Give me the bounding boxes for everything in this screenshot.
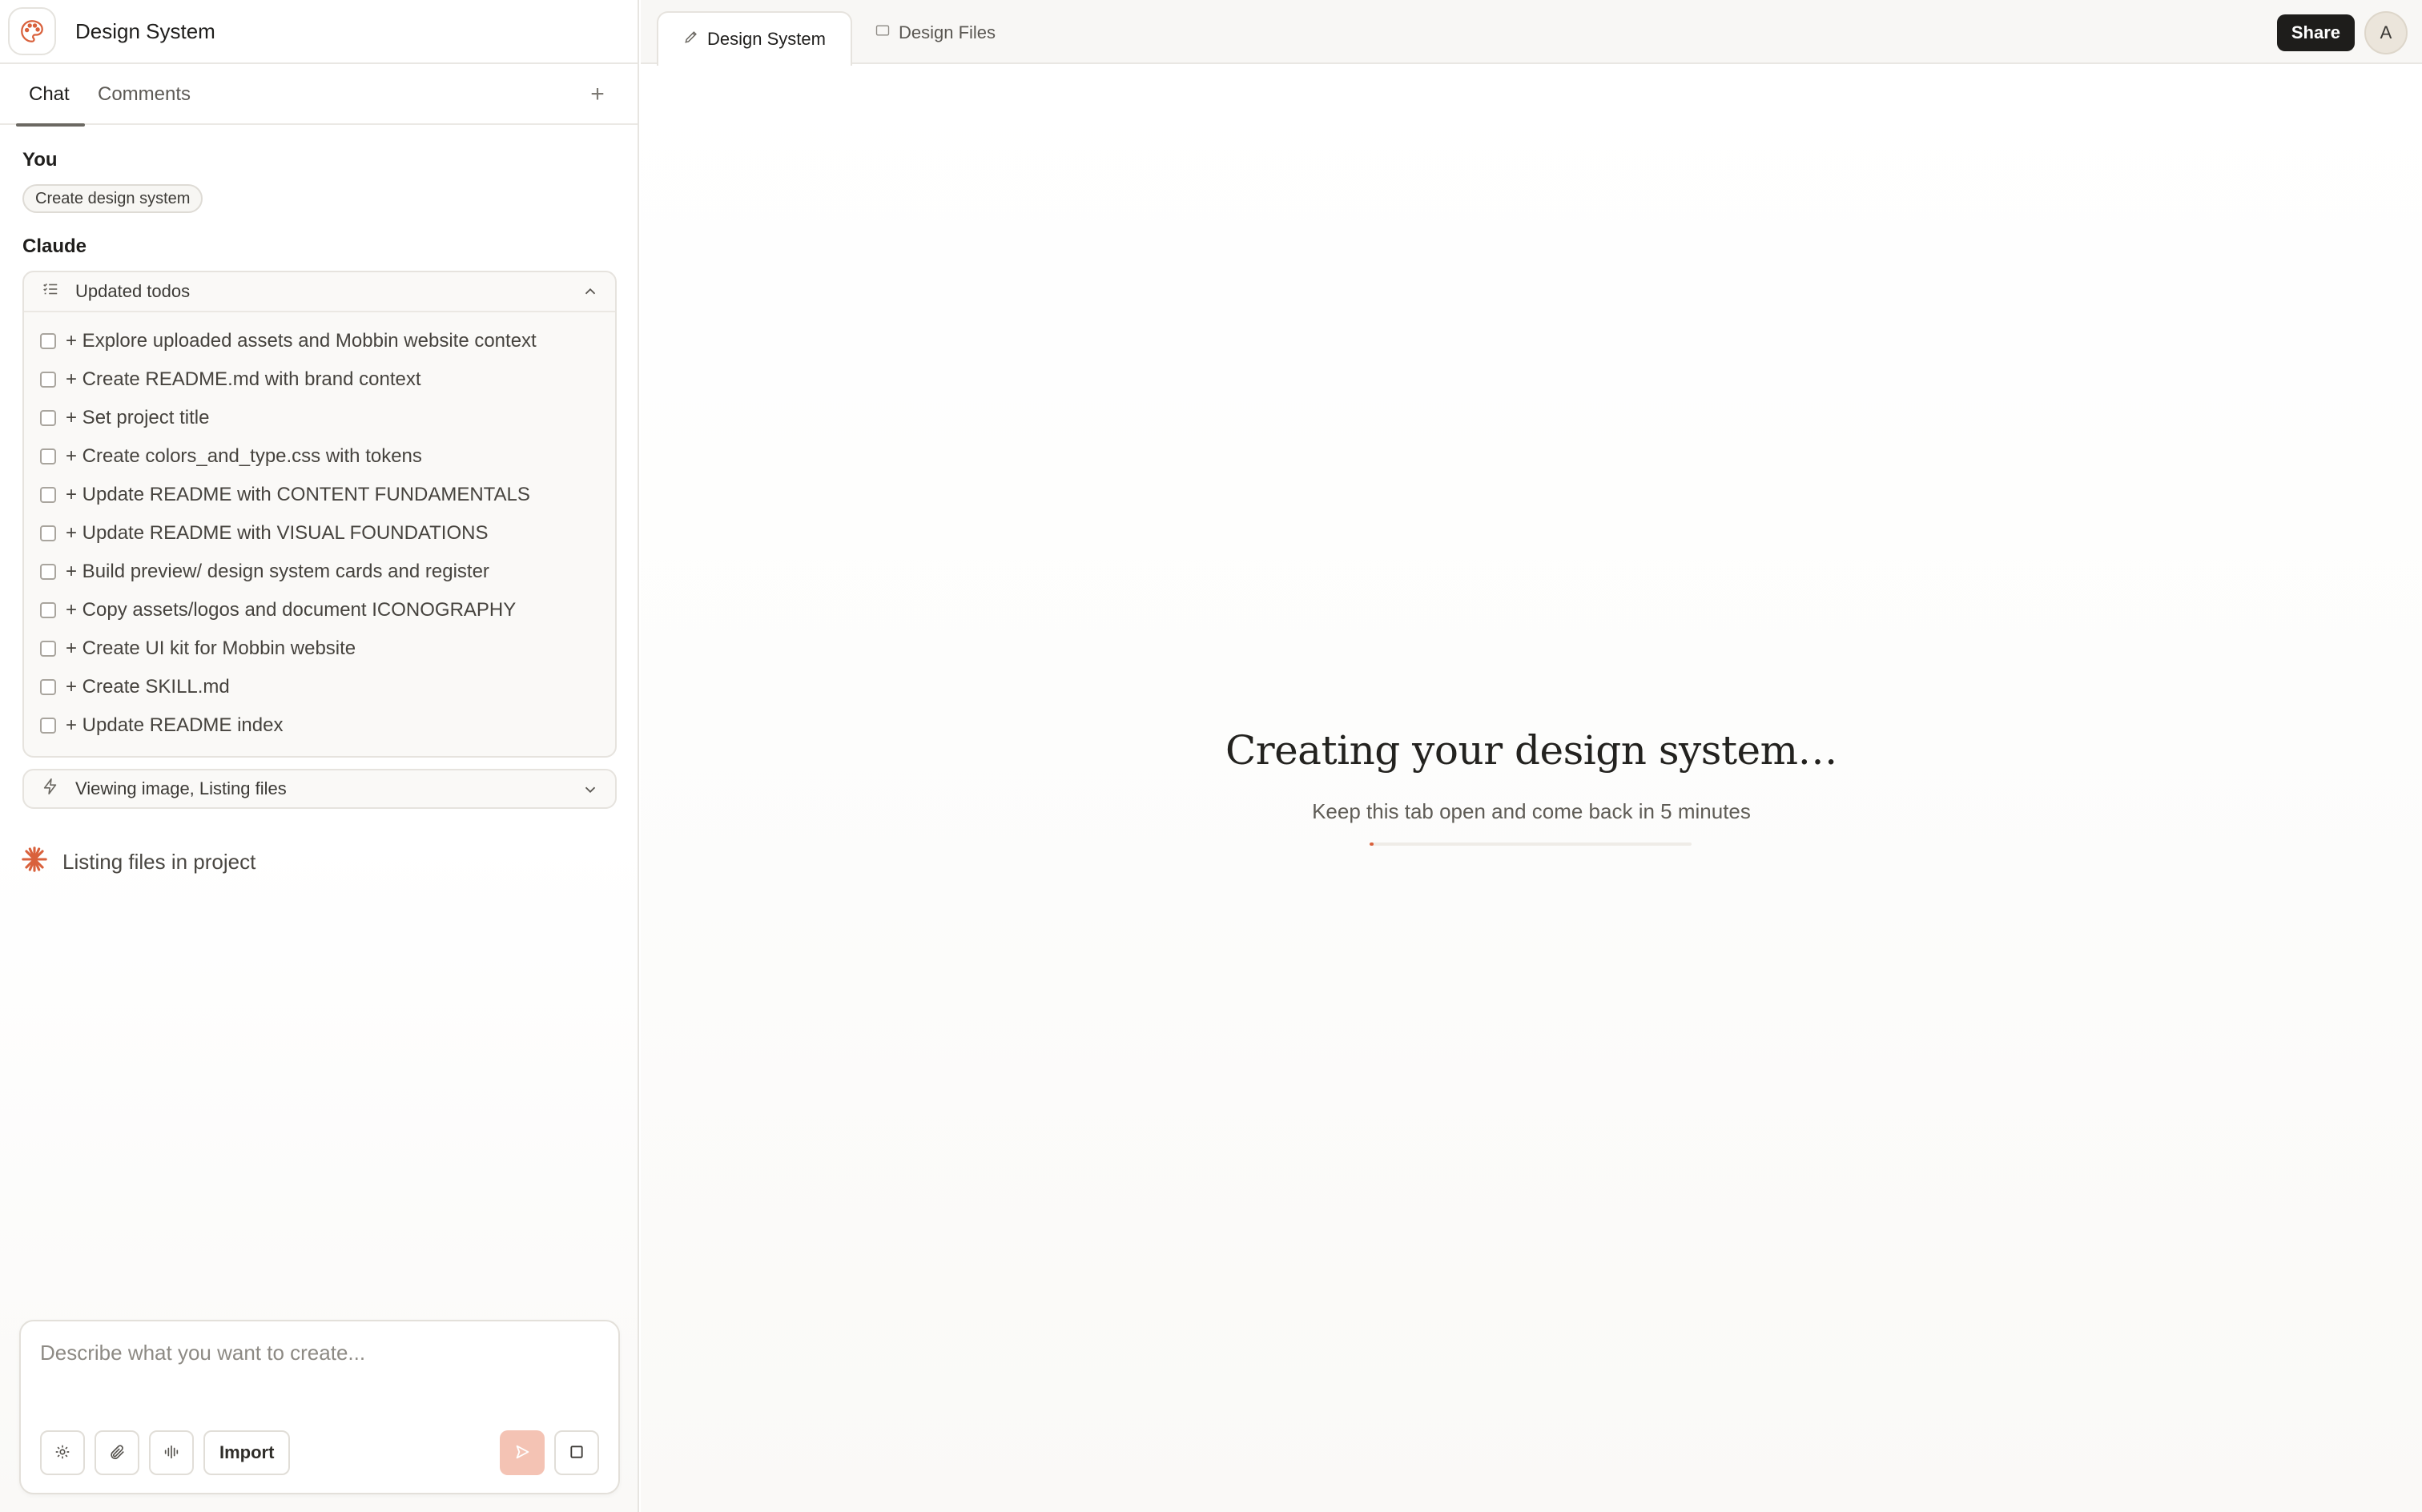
activity-label: Viewing image, Listing files: [75, 778, 287, 798]
settings-button[interactable]: [40, 1430, 85, 1475]
stop-button[interactable]: [554, 1430, 599, 1475]
todo-text: + Update README index: [66, 714, 284, 736]
todos-header[interactable]: Updated todos: [24, 272, 615, 312]
todo-checkbox[interactable]: [40, 372, 56, 388]
stop-square-icon: [569, 1444, 585, 1462]
sidebar-tabs: Chat Comments +: [0, 64, 638, 127]
gear-icon: [54, 1443, 71, 1463]
todo-item: + Create UI kit for Mobbin website: [40, 637, 537, 676]
todos-header-label: Updated todos: [75, 281, 191, 301]
tab-design-system[interactable]: Design System: [657, 11, 852, 66]
todo-item: + Set project title: [40, 407, 537, 445]
attach-button[interactable]: [95, 1430, 139, 1475]
top-bar: Design System Design Files Share A: [641, 0, 2422, 66]
todo-text: + Set project title: [66, 407, 210, 428]
todo-checkbox[interactable]: [40, 333, 56, 349]
add-icon[interactable]: +: [583, 80, 612, 109]
assistant-label: Claude: [22, 235, 87, 257]
todo-text: + Copy assets/logos and document ICONOGR…: [66, 599, 517, 621]
tab-label: Design Files: [899, 22, 996, 42]
send-button[interactable]: [500, 1430, 545, 1475]
send-arrow-icon: [513, 1443, 531, 1463]
todo-item: + Create SKILL.md: [40, 676, 537, 714]
palette-icon[interactable]: [8, 7, 56, 55]
todo-item: + Update README index: [40, 714, 537, 753]
todo-item: + Update README with CONTENT FUNDAMENTAL…: [40, 484, 537, 522]
composer: Import: [19, 1320, 620, 1494]
todo-item: + Update README with VISUAL FOUNDATIONS: [40, 522, 537, 561]
todo-text: + Update README with CONTENT FUNDAMENTAL…: [66, 484, 530, 505]
waveform-icon: [162, 1443, 181, 1463]
todo-checkbox[interactable]: [40, 718, 56, 734]
todo-checkbox[interactable]: [40, 525, 56, 541]
activity-card[interactable]: Viewing image, Listing files: [22, 769, 617, 809]
voice-button[interactable]: [149, 1430, 194, 1475]
todo-text: + Build preview/ design system cards and…: [66, 561, 489, 582]
status-row: Listing files in project: [21, 846, 255, 879]
todo-item: + Create README.md with brand context: [40, 368, 537, 407]
list-icon: [42, 280, 59, 303]
todo-checkbox[interactable]: [40, 679, 56, 695]
tab-label: Design System: [707, 29, 826, 49]
pen-icon: [683, 29, 699, 50]
todo-item: + Build preview/ design system cards and…: [40, 561, 537, 599]
todo-item: + Create colors_and_type.css with tokens: [40, 445, 537, 484]
folder-icon: [875, 22, 891, 43]
todo-text: + Update README with VISUAL FOUNDATIONS: [66, 522, 489, 544]
todo-checkbox[interactable]: [40, 602, 56, 618]
preview-canvas: Creating your design system… Keep this t…: [641, 66, 2422, 1512]
loading-subtitle: Keep this tab open and come back in 5 mi…: [1312, 799, 1751, 823]
tab-chat[interactable]: Chat: [16, 64, 85, 127]
loading-title: Creating your design system…: [1225, 727, 1838, 774]
project-title: Design System: [75, 18, 215, 43]
tab-design-files[interactable]: Design Files: [875, 11, 996, 54]
user-label: You: [22, 149, 58, 171]
todo-text: + Create README.md with brand context: [66, 368, 421, 390]
status-text: Listing files in project: [62, 850, 256, 874]
todo-checkbox[interactable]: [40, 487, 56, 503]
todo-text: + Explore uploaded assets and Mobbin web…: [66, 330, 537, 352]
todo-checkbox[interactable]: [40, 641, 56, 657]
chat-sidebar: Design System Chat Comments + You Create…: [0, 0, 639, 1512]
lightning-icon: [42, 778, 59, 800]
todo-item: + Copy assets/logos and document ICONOGR…: [40, 599, 537, 637]
spinner-starburst-icon: [21, 846, 48, 879]
todo-text: + Create colors_and_type.css with tokens: [66, 445, 422, 467]
todos-card: Updated todos + Explore uploaded assets …: [22, 271, 617, 758]
todo-item: + Explore uploaded assets and Mobbin web…: [40, 330, 537, 368]
prompt-input[interactable]: [40, 1341, 593, 1365]
todo-checkbox[interactable]: [40, 448, 56, 464]
todo-checkbox[interactable]: [40, 564, 56, 580]
progress-bar: [1370, 842, 1692, 846]
todo-text: + Create UI kit for Mobbin website: [66, 637, 356, 659]
avatar[interactable]: A: [2364, 11, 2408, 54]
chevron-up-icon[interactable]: [581, 283, 599, 305]
sidebar-header: Design System: [0, 0, 638, 64]
progress-fill: [1370, 842, 1374, 846]
user-prompt-chip: Create design system: [22, 184, 203, 213]
import-button[interactable]: Import: [203, 1430, 291, 1475]
todo-list: + Explore uploaded assets and Mobbin web…: [40, 330, 537, 753]
paperclip-icon: [108, 1443, 126, 1463]
todo-text: + Create SKILL.md: [66, 676, 230, 698]
chevron-down-icon[interactable]: [581, 781, 599, 803]
share-button[interactable]: Share: [2276, 14, 2355, 51]
todo-checkbox[interactable]: [40, 410, 56, 426]
tab-comments[interactable]: Comments: [98, 64, 191, 125]
